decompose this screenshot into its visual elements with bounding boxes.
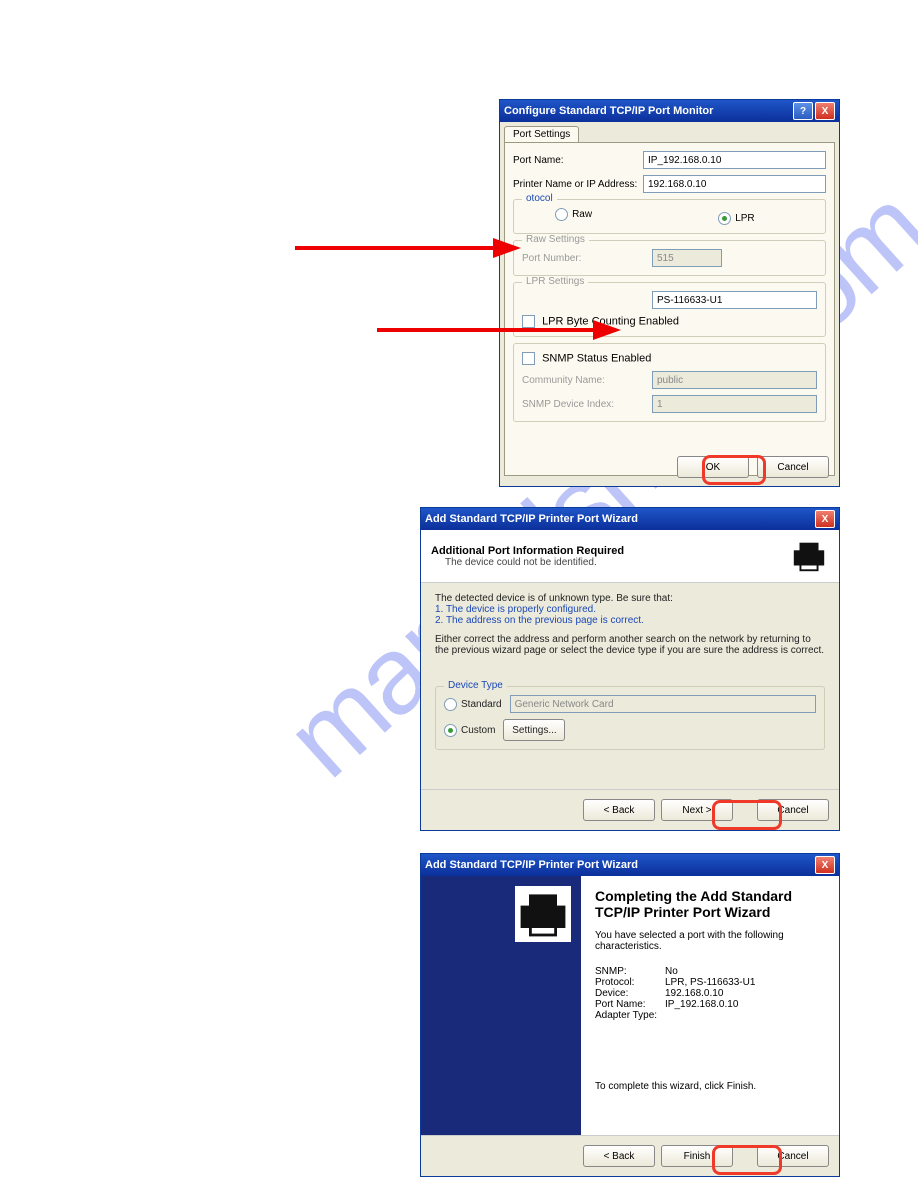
device-type-group: Device Type Standard Generic Network Car… [435,686,825,750]
snmp-label: SNMP Status Enabled [542,352,651,364]
wizard-body: The detected device is of unknown type. … [421,583,839,760]
back-button[interactable]: < Back [583,799,655,821]
printer-name-input[interactable]: 192.168.0.10 [643,175,826,193]
back-button[interactable]: < Back [583,1145,655,1167]
radio-raw-dot [555,208,568,221]
snmp-group: SNMP Status Enabled Community Name: publ… [513,343,826,422]
proto-val: LPR, PS-116633-U1 [665,977,755,988]
tab-body: Port Name: IP_192.168.0.10 Printer Name … [504,142,835,476]
port-val: IP_192.168.0.10 [665,999,738,1010]
raw-settings-group: Raw Settings Port Number: 515 [513,240,826,276]
standard-dropdown: Generic Network Card [510,695,816,713]
radio-standard-dot [444,698,457,711]
community-input: public [652,371,817,389]
wizard-buttons: < Back Finish Cancel [421,1135,839,1176]
list-item-2: 2. The address on the previous page is c… [435,615,825,626]
title-text: Add Standard TCP/IP Printer Port Wizard [425,513,813,525]
snmp-checkbox[interactable] [522,352,535,365]
lpr-byte-row[interactable]: LPR Byte Counting Enabled [522,315,817,328]
dialog-port-monitor: Configure Standard TCP/IP Port Monitor ?… [499,99,840,487]
lpr-byte-checkbox[interactable] [522,315,535,328]
tab-port-settings[interactable]: Port Settings [504,126,579,142]
close-button[interactable]: X [815,510,835,528]
list-item-1: 1. The device is properly configured. [435,604,825,615]
titlebar[interactable]: Add Standard TCP/IP Printer Port Wizard … [421,508,839,530]
radio-custom[interactable]: Custom [444,724,495,737]
wizard-header-sub: The device could not be identified. [445,557,789,568]
radio-lpr-label: LPR [735,213,754,224]
printer-name-label: Printer Name or IP Address: [513,179,643,190]
community-label: Community Name: [522,375,652,386]
raw-settings-title: Raw Settings [522,234,589,245]
wizard-buttons: < Back Next > Cancel [421,789,839,830]
snmp-val: No [665,966,678,977]
dev-val: 192.168.0.10 [665,988,723,999]
cancel-button[interactable]: Cancel [757,799,829,821]
dev-key: Device: [595,988,665,999]
help-button[interactable]: ? [793,102,813,120]
para2: Either correct the address and perform a… [435,634,825,656]
snmp-index-label: SNMP Device Index: [522,399,652,410]
wizard-header-title: Additional Port Information Required [431,545,789,557]
port-key: Port Name: [595,999,665,1010]
wizard-right-pane: Completing the Add Standard TCP/IP Print… [581,876,839,1136]
radio-custom-label: Custom [461,725,495,736]
radio-raw[interactable]: Raw [555,208,592,221]
snmp-row[interactable]: SNMP Status Enabled [522,352,817,365]
titlebar[interactable]: Add Standard TCP/IP Printer Port Wizard … [421,854,839,876]
title-text: Configure Standard TCP/IP Port Monitor [504,105,791,117]
wizard-header: Additional Port Information Required The… [421,530,839,583]
next-button[interactable]: Next > [661,799,733,821]
settings-button[interactable]: Settings... [503,719,565,741]
complete-intro: You have selected a port with the follow… [595,930,825,952]
cancel-button[interactable]: Cancel [757,1145,829,1167]
proto-key: Protocol: [595,977,665,988]
radio-lpr-dot [718,212,731,225]
cancel-button[interactable]: Cancel [757,456,829,478]
complete-text: To complete this wizard, click Finish. [595,1081,825,1092]
titlebar[interactable]: Configure Standard TCP/IP Port Monitor ?… [500,100,839,122]
dialog-wizard-complete: Add Standard TCP/IP Printer Port Wizard … [420,853,840,1177]
close-button[interactable]: X [815,102,835,120]
port-name-input[interactable]: IP_192.168.0.10 [643,151,826,169]
radio-standard[interactable]: Standard [444,698,502,711]
title-text: Add Standard TCP/IP Printer Port Wizard [425,859,813,871]
radio-standard-label: Standard [461,699,502,710]
snmp-index-input: 1 [652,395,817,413]
tab-row: Port Settings [504,126,835,142]
radio-custom-dot [444,724,457,737]
adapter-key: Adapter Type: [595,1010,665,1021]
close-button[interactable]: X [815,856,835,874]
wizard-left-pane [421,876,581,1136]
dialog-wizard-info: Add Standard TCP/IP Printer Port Wizard … [420,507,840,831]
printer-icon [515,886,571,942]
ok-button[interactable]: OK [677,456,749,478]
printer-icon [789,537,829,575]
protocol-group-title: otocol [522,193,557,204]
snmp-key: SNMP: [595,966,665,977]
complete-title: Completing the Add Standard TCP/IP Print… [595,888,825,920]
device-type-title: Device Type [444,680,507,691]
radio-raw-label: Raw [572,209,592,220]
protocol-group: otocol Raw LPR [513,199,826,234]
finish-button[interactable]: Finish [661,1145,733,1167]
port-number-input: 515 [652,249,722,267]
lpr-settings-title: LPR Settings [522,276,588,287]
radio-lpr[interactable]: LPR [718,212,754,225]
intro-text: The detected device is of unknown type. … [435,593,825,604]
queue-input[interactable]: PS-116633-U1 [652,291,817,309]
port-number-label: Port Number: [522,253,652,264]
port-name-label: Port Name: [513,155,643,166]
